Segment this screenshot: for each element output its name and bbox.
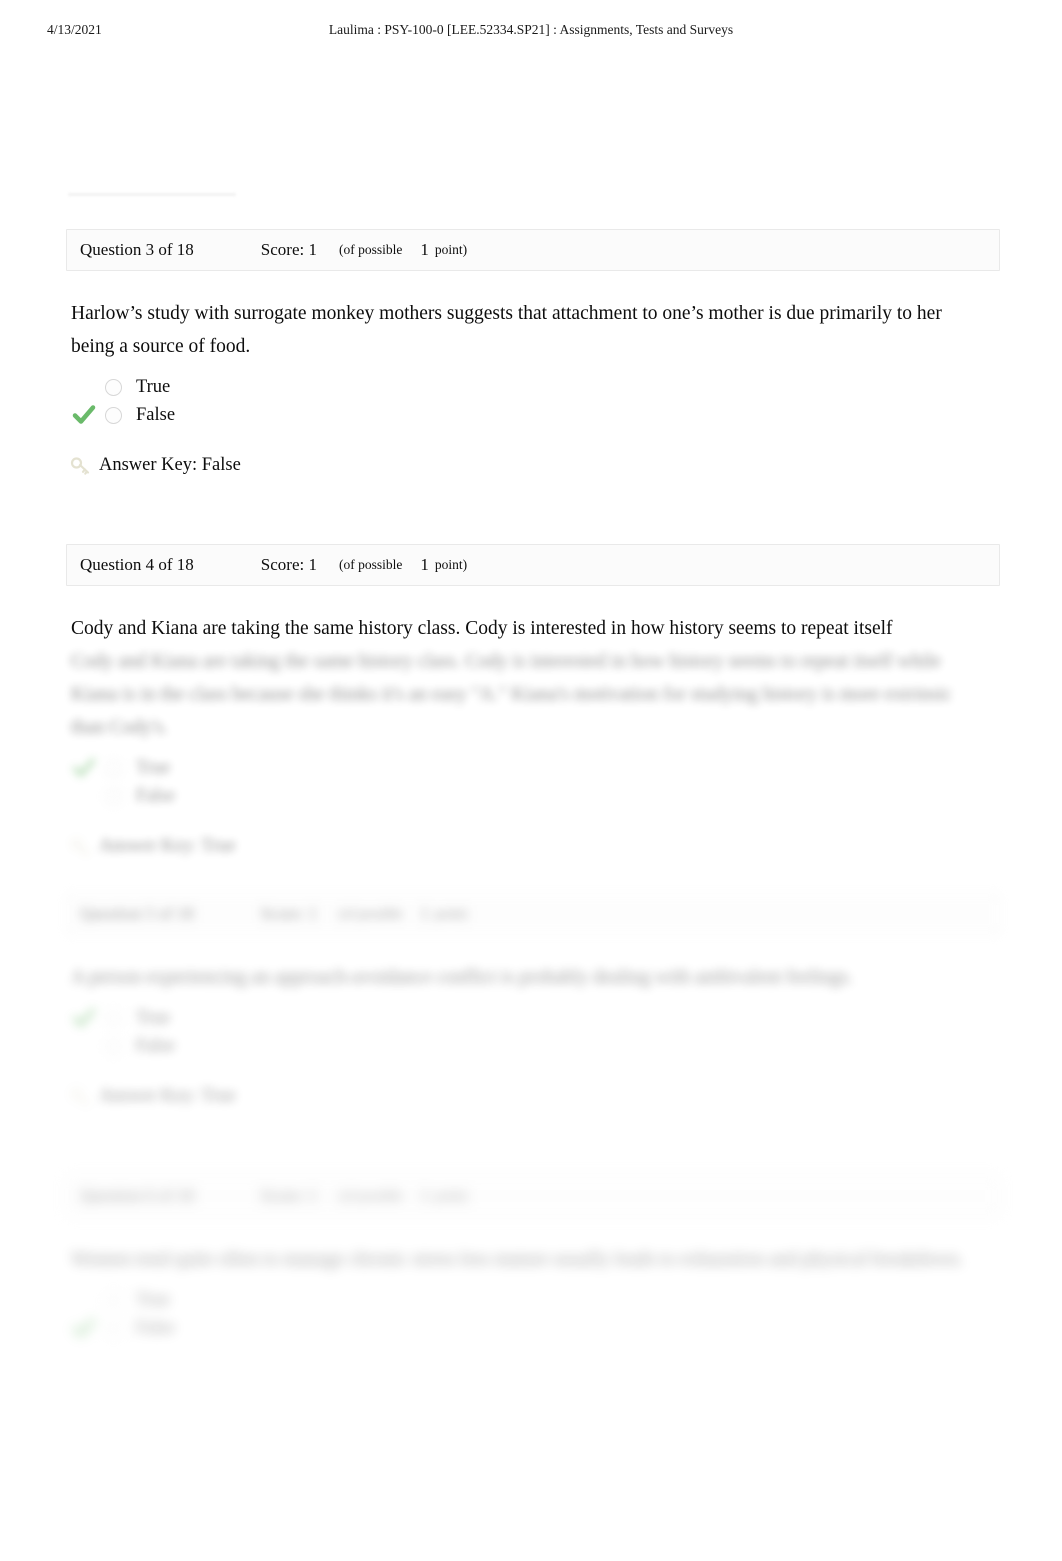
question-number: Question 3 of 18 (80, 240, 194, 259)
question-possible-label: (of possible (338, 242, 403, 257)
option-row[interactable]: False (71, 1032, 1062, 1060)
question-score: Score: 1 (260, 555, 317, 574)
option-label: True (136, 757, 171, 778)
question-number: Question 6 of 18 (80, 1186, 194, 1205)
question-possible-value: 1 (420, 240, 429, 259)
option-label: True (136, 376, 171, 397)
print-header: 4/13/2021 Laulima : PSY-100-0 [LEE.52334… (0, 22, 1062, 44)
answer-key-text: Answer Key: True (99, 836, 236, 856)
question-possible-label: (of possible (338, 1188, 403, 1203)
answer-options: True False (71, 754, 1062, 810)
answer-key-text: Answer Key: False (99, 455, 241, 475)
key-icon (70, 456, 90, 476)
question-possible-value: 1 (420, 555, 429, 574)
answer-key: Answer Key: False (70, 455, 1062, 476)
green-check-icon (71, 374, 97, 400)
question-score: Score: 1 (260, 1186, 317, 1205)
option-label: True (136, 1007, 171, 1028)
question-possible-value: 1 (420, 1186, 429, 1205)
answer-options: True False (71, 1004, 1062, 1060)
answer-key-text: Answer Key: True (99, 1086, 236, 1106)
radio-button-icon[interactable] (105, 787, 122, 805)
question-text: Harlow’s study with surrogate monkey mot… (71, 303, 942, 357)
question-header: Question 6 of 18 Score: 1 (of possible 1… (66, 1175, 1000, 1217)
option-row[interactable]: False (71, 401, 1062, 429)
question-score: Score: 1 (260, 904, 317, 923)
option-label: True (136, 1289, 171, 1310)
question-score: Score: 1 (260, 240, 317, 259)
question-block: Question 6 of 18 Score: 1 (of possible 1… (0, 1175, 1062, 1342)
green-check-icon (71, 1033, 97, 1059)
green-check-icon (71, 783, 97, 809)
radio-button-icon[interactable] (105, 406, 122, 424)
question-point-unit: point) (434, 557, 468, 572)
answer-options: True False (71, 373, 1062, 429)
radio-button-icon[interactable] (105, 759, 122, 777)
green-check-icon (71, 755, 97, 781)
section-divider (68, 193, 236, 196)
question-point-unit: point) (434, 242, 468, 257)
question-number: Question 5 of 18 (80, 904, 194, 923)
question-header: Question 4 of 18 Score: 1 (of possible 1… (66, 544, 1000, 586)
option-label: False (136, 404, 176, 425)
question-block: Question 4 of 18 Score: 1 (of possible 1… (0, 544, 1062, 857)
key-icon (70, 837, 90, 857)
option-label: False (136, 1317, 176, 1338)
radio-button-icon[interactable] (105, 1009, 122, 1027)
option-row[interactable]: False (71, 1314, 1062, 1342)
radio-button-icon[interactable] (105, 1037, 122, 1055)
key-icon (70, 1087, 90, 1107)
question-header: Question 5 of 18 Score: 1 (of possible 1… (66, 893, 1000, 935)
option-row[interactable]: True (71, 1286, 1062, 1314)
option-row[interactable]: True (71, 373, 1062, 401)
option-row[interactable]: True (71, 1004, 1062, 1032)
answer-key: Answer Key: True (70, 1086, 1062, 1107)
answer-options: True False (71, 1286, 1062, 1342)
option-label: False (136, 1035, 176, 1056)
question-number: Question 4 of 18 (80, 555, 194, 574)
question-text: Women tend quite often to manage chronic… (71, 1249, 964, 1270)
green-check-icon (71, 1315, 97, 1341)
option-row[interactable]: True (71, 754, 1062, 782)
question-possible-value: 1 (420, 904, 429, 923)
question-point-unit: point) (434, 906, 468, 921)
radio-button-icon[interactable] (105, 1291, 122, 1309)
green-check-icon (71, 1005, 97, 1031)
question-block: Question 3 of 18 Score: 1 (of possible 1… (0, 229, 1062, 476)
answer-key: Answer Key: True (70, 836, 1062, 857)
question-text-line-visible: Cody and Kiana are taking the same histo… (71, 618, 893, 639)
question-possible-label: (of possible (338, 906, 403, 921)
question-text: Cody and Kiana are taking the same histo… (71, 612, 981, 744)
question-possible-label: (of possible (338, 557, 403, 572)
option-label: False (136, 785, 176, 806)
question-block: Question 5 of 18 Score: 1 (of possible 1… (0, 893, 1062, 1107)
question-text: A person experiencing an approach-avoida… (71, 967, 853, 988)
green-check-icon (71, 402, 97, 428)
green-check-icon (71, 1287, 97, 1313)
radio-button-icon[interactable] (105, 1319, 122, 1337)
question-header: Question 3 of 18 Score: 1 (of possible 1… (66, 229, 1000, 271)
document-title: Laulima : PSY-100-0 [LEE.52334.SP21] : A… (328, 22, 734, 37)
radio-button-icon[interactable] (105, 378, 122, 396)
question-text-blurred: Cody and Kiana are taking the same histo… (71, 651, 952, 738)
option-row[interactable]: False (71, 782, 1062, 810)
question-point-unit: point) (434, 1188, 468, 1203)
